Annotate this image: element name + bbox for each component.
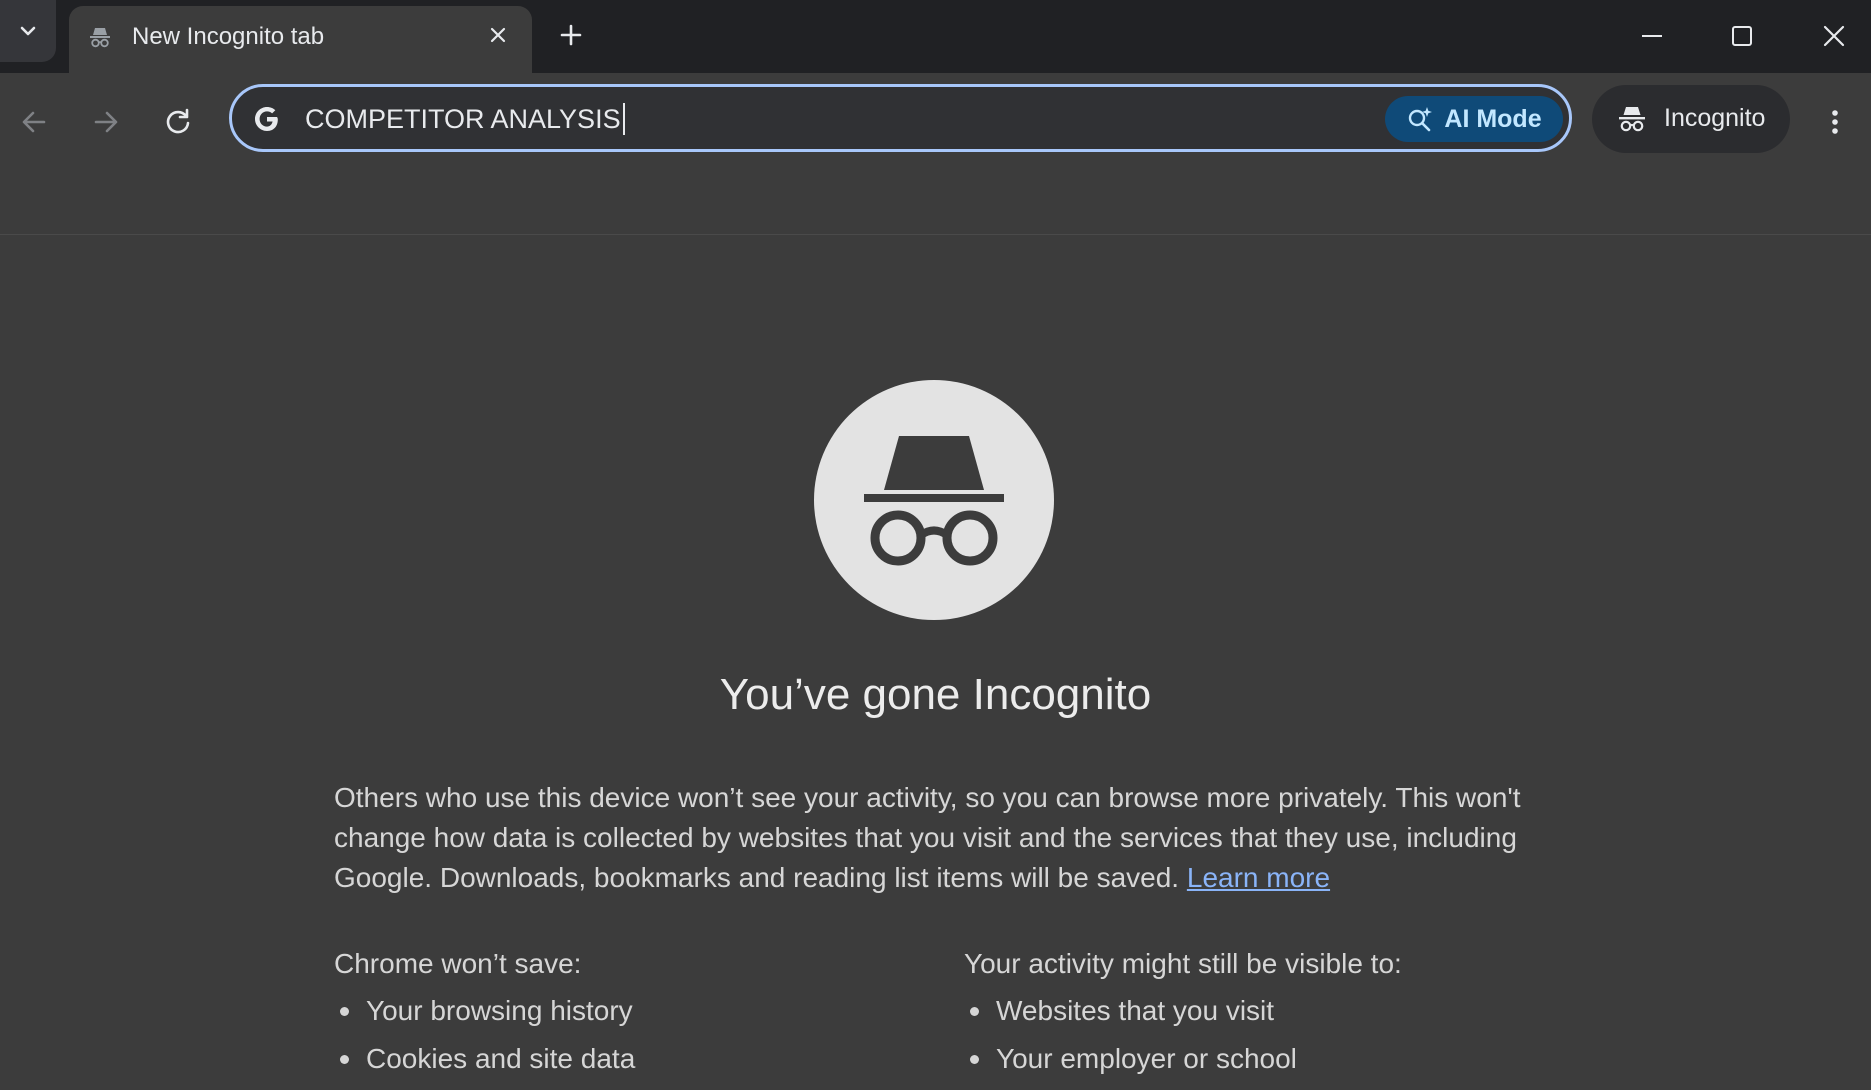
close-icon <box>490 27 506 43</box>
google-g-icon <box>255 107 278 131</box>
address-bar-input[interactable]: COMPETITOR ANALYSIS <box>305 101 625 137</box>
active-tab[interactable]: New Incognito tab <box>69 6 532 73</box>
list-item: Cookies and site data <box>334 1042 894 1076</box>
ai-mode-label: AI Mode <box>1444 104 1542 133</box>
text-caret <box>622 102 625 135</box>
tab-title: New Incognito tab <box>132 23 325 50</box>
incognito-icon <box>864 436 1004 566</box>
back-button[interactable] <box>12 100 56 144</box>
reload-button[interactable] <box>156 100 200 144</box>
still-visible-heading: Your activity might still be visible to: <box>964 948 1402 979</box>
list-item: Your browsing history <box>334 994 894 1028</box>
description-text: Others who use this device won’t see you… <box>334 782 1521 893</box>
tab-strip: New Incognito tab <box>0 0 1871 73</box>
wont-save-section: Chrome won’t save: Your browsing history… <box>334 948 894 1090</box>
minimize-button[interactable] <box>1630 14 1674 58</box>
tab-search-button[interactable] <box>0 0 56 62</box>
forward-button[interactable] <box>84 100 128 144</box>
maximize-icon <box>1732 26 1752 46</box>
arrow-right-icon <box>94 111 118 133</box>
minimize-icon <box>1642 35 1662 37</box>
incognito-icon <box>90 28 110 48</box>
address-bar[interactable]: COMPETITOR ANALYSIS AI Mode <box>229 84 1572 152</box>
profile-label: Incognito <box>1664 104 1766 132</box>
list-item: Websites that you visit <box>964 994 1524 1028</box>
new-tab-button[interactable] <box>553 17 589 53</box>
wont-save-heading: Chrome won’t save: <box>334 948 582 979</box>
wont-save-list: Your browsing history Cookies and site d… <box>334 994 894 1076</box>
reload-icon <box>166 108 190 134</box>
learn-more-link[interactable]: Learn more <box>1187 862 1330 893</box>
still-visible-list: Websites that you visit Your employer or… <box>964 994 1524 1076</box>
sparkle-search-icon <box>1409 107 1433 132</box>
plus-icon <box>560 24 582 46</box>
incognito-hero-icon <box>814 380 1054 620</box>
list-item: Your employer or school <box>964 1042 1524 1076</box>
incognito-icon <box>1619 107 1645 132</box>
chevron-down-icon <box>20 26 36 36</box>
incognito-description: Others who use this device won’t see you… <box>334 778 1534 898</box>
still-visible-section: Your activity might still be visible to:… <box>964 948 1524 1090</box>
more-vert-icon <box>1832 110 1838 134</box>
ai-mode-button[interactable]: AI Mode <box>1385 96 1563 142</box>
profile-incognito-button[interactable]: Incognito <box>1592 85 1790 153</box>
toolbar-divider <box>0 234 1871 235</box>
close-tab-button[interactable] <box>483 20 513 50</box>
page-title: You’ve gone Incognito <box>719 670 1152 719</box>
more-menu-button[interactable] <box>1813 100 1857 144</box>
close-window-button[interactable] <box>1812 14 1856 58</box>
maximize-button[interactable] <box>1720 14 1764 58</box>
close-icon <box>1823 25 1845 47</box>
arrow-left-icon <box>22 111 46 133</box>
address-bar-text: COMPETITOR ANALYSIS <box>305 104 621 134</box>
